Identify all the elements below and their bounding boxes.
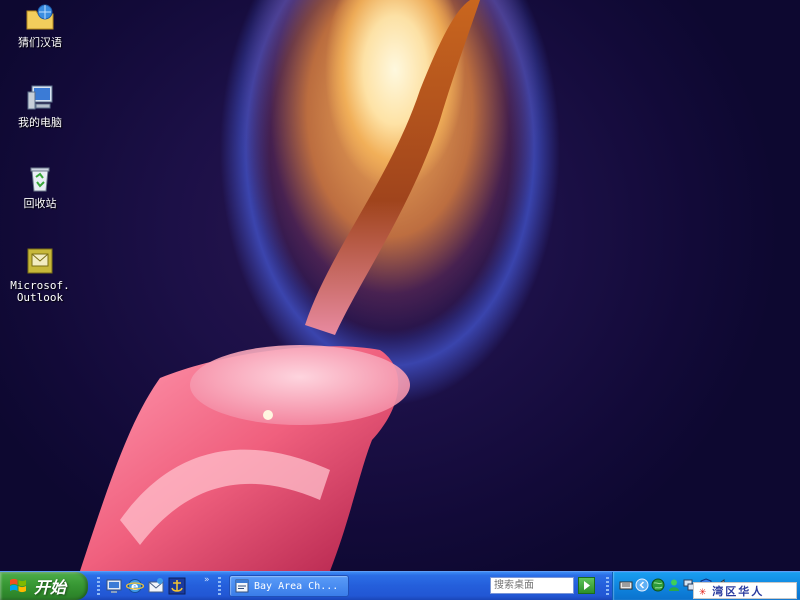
brand-text: 湾区华人	[712, 584, 765, 598]
windows-flag-icon	[10, 578, 26, 593]
outlook-icon	[27, 248, 53, 274]
wallpaper-candle	[80, 0, 480, 571]
user-status-icon[interactable]	[667, 578, 681, 592]
taskbar-grip[interactable]	[218, 577, 221, 595]
desktop-icon-label: 我的电脑	[18, 116, 62, 129]
brand-badge[interactable]: ✳ 湾区华人	[693, 582, 797, 599]
web-page-icon	[235, 579, 249, 593]
toolbar-grip[interactable]	[606, 577, 609, 595]
recycle-bin-icon	[30, 167, 50, 192]
computer-icon	[27, 85, 53, 110]
desktop-search-input[interactable]	[490, 577, 574, 594]
keyboard-icon[interactable]	[619, 578, 633, 592]
search-go-button[interactable]	[578, 577, 595, 594]
email-client-icon[interactable]	[147, 577, 165, 595]
desktop-icon-browser[interactable]: 猜们汉语	[2, 2, 78, 49]
desktop-icon-my-computer[interactable]: 我的电脑	[2, 82, 78, 129]
desktop-icon-label: 猜们汉语	[18, 36, 62, 49]
task-button-bay-area-chinese[interactable]: Bay Area Ch...	[229, 575, 349, 597]
anchor-app-icon[interactable]	[168, 577, 186, 595]
desktop-icon-label: Microsof. Outlook	[10, 279, 70, 304]
desktop-icon-outlook[interactable]: Microsof. Outlook	[2, 245, 78, 304]
folder-globe-icon	[26, 4, 54, 30]
desktop-icon-label: 回收站	[23, 197, 57, 210]
desktop: 猜们汉语 我的电脑 回收站 Microsof. Outlook 开始 e » B…	[0, 0, 800, 600]
svg-text:e: e	[131, 580, 138, 593]
taskbar: 开始 e » Bay Area Ch... 搜索桌面	[0, 571, 800, 600]
globe-icon[interactable]	[651, 578, 665, 592]
tray-expand-icon[interactable]	[635, 578, 649, 592]
quick-launch-grip[interactable]	[97, 577, 100, 595]
internet-explorer-icon[interactable]: e	[126, 577, 144, 595]
task-button-label: Bay Area Ch...	[254, 580, 339, 592]
start-label: 开始	[34, 578, 67, 597]
quick-launch-more[interactable]: »	[204, 575, 210, 585]
show-desktop-icon[interactable]	[105, 577, 123, 595]
desktop-icon-recycle-bin[interactable]: 回收站	[2, 163, 78, 210]
arrow-right-icon	[584, 581, 590, 590]
star-icon: ✳	[699, 583, 707, 598]
start-button[interactable]: 开始	[0, 572, 88, 600]
